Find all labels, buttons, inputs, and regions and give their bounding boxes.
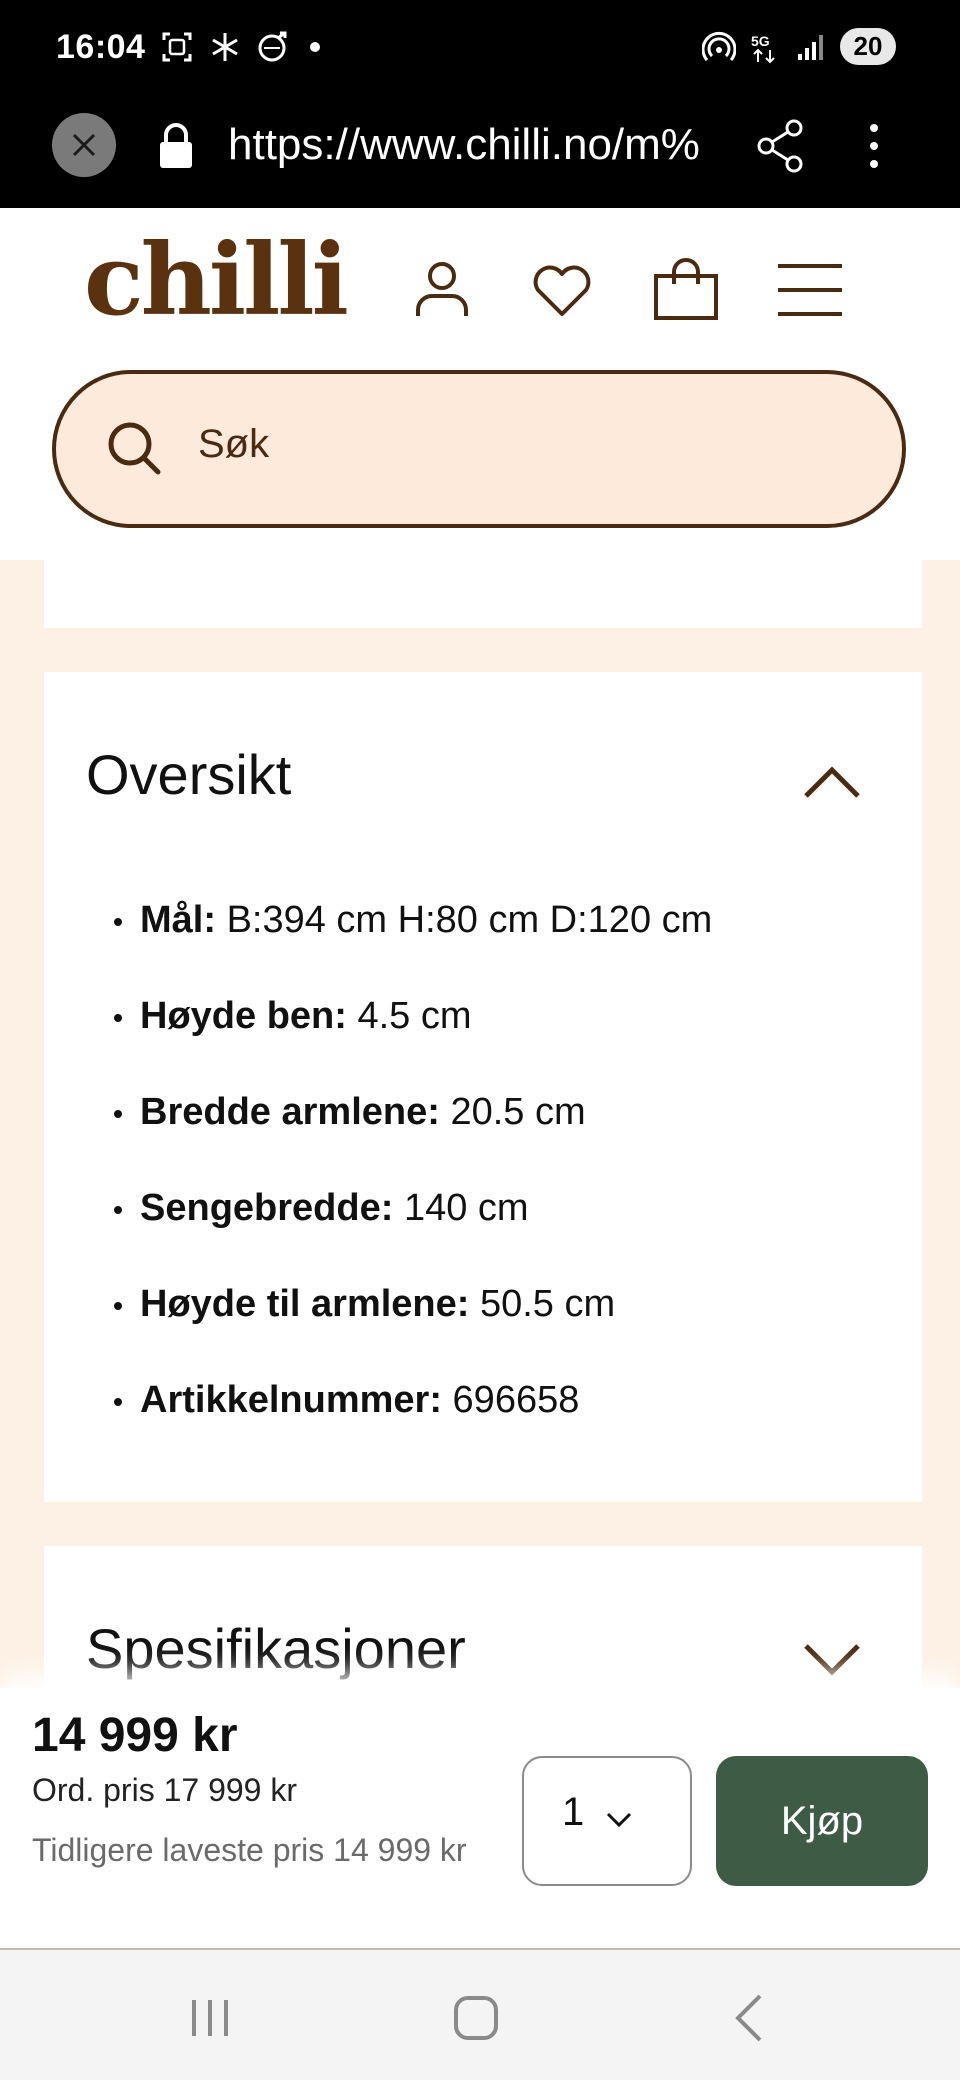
spec-key: Artikkelnummer: [140, 1379, 442, 1421]
overview-list: Mål: B:394 cm H:80 cm D:120 cm Høyde ben… [112, 890, 712, 1466]
previous-lowest-price: Tidligere laveste pris 14 999 kr [32, 1832, 467, 1868]
home-icon[interactable] [452, 1992, 500, 2044]
spec-key: Høyde til armlene: [140, 1283, 470, 1325]
previous-section-card [44, 560, 922, 628]
menu-icon[interactable] [776, 256, 844, 324]
list-item: Mål: B:394 cm H:80 cm D:120 cm [112, 890, 712, 986]
spec-key: Mål: [140, 899, 216, 941]
ordinary-price: Ord. pris 17 999 kr [32, 1772, 297, 1808]
lock-icon [156, 122, 196, 170]
list-item: Artikkelnummer: 696658 [112, 1370, 712, 1466]
spec-value: 696658 [452, 1379, 580, 1421]
chilli-logo[interactable]: chilli [84, 232, 349, 330]
list-item: Høyde til armlene: 50.5 cm [112, 1274, 712, 1370]
status-icons-right: 5G 20 [702, 28, 896, 65]
quantity-value: 1 [562, 1790, 585, 1834]
share-icon[interactable] [754, 118, 806, 174]
recent-apps-icon[interactable] [186, 1992, 234, 2044]
search-placeholder: Søk [198, 422, 270, 466]
back-icon[interactable] [726, 1992, 774, 2044]
volvo-icon [256, 30, 290, 64]
spec-key: Sengebredde: [140, 1187, 394, 1229]
screenshot-icon [160, 30, 194, 64]
list-item: Bredde armlene: 20.5 cm [112, 1082, 712, 1178]
status-icons-left [160, 30, 320, 64]
bag-icon[interactable] [652, 256, 720, 324]
hotspot-icon [702, 30, 736, 64]
chevron-down-icon[interactable] [802, 1640, 862, 1680]
user-icon[interactable] [408, 256, 476, 324]
list-item: Sengebredde: 140 cm [112, 1178, 712, 1274]
price: 14 999 kr [32, 1709, 238, 1762]
buy-button[interactable]: Kjøp [716, 1756, 928, 1886]
specifications-title[interactable]: Spesifikasjoner [86, 1616, 466, 1681]
close-icon[interactable] [52, 113, 116, 177]
spec-key: Bredde armlene: [140, 1091, 440, 1133]
search-icon [104, 418, 164, 478]
status-bar: 16:04 5G 20 [0, 0, 960, 96]
spec-value: B:394 cm H:80 cm D:120 cm [226, 899, 713, 941]
heart-icon[interactable] [528, 256, 596, 324]
spec-key: Høyde ben: [140, 995, 347, 1037]
search-input[interactable] [52, 370, 906, 528]
more-icon[interactable] [862, 118, 886, 174]
spec-value: 4.5 cm [357, 995, 472, 1037]
svg-text:5G: 5G [751, 33, 770, 49]
spec-value: 20.5 cm [450, 1091, 586, 1133]
status-time: 16:04 [56, 28, 146, 66]
signal-icon [794, 30, 828, 64]
overview-title[interactable]: Oversikt [86, 742, 291, 807]
5g-icon: 5G [748, 30, 782, 64]
chevron-down-icon [604, 1808, 634, 1830]
chevron-up-icon[interactable] [802, 762, 862, 802]
spec-value: 140 cm [403, 1187, 529, 1229]
snowflake-icon [208, 30, 242, 64]
spec-value: 50.5 cm [479, 1283, 616, 1325]
url-field[interactable]: https://www.chilli.no/m% [228, 120, 714, 170]
dot-icon [310, 42, 320, 52]
list-item: Høyde ben: 4.5 cm [112, 986, 712, 1082]
battery-indicator: 20 [840, 28, 896, 65]
